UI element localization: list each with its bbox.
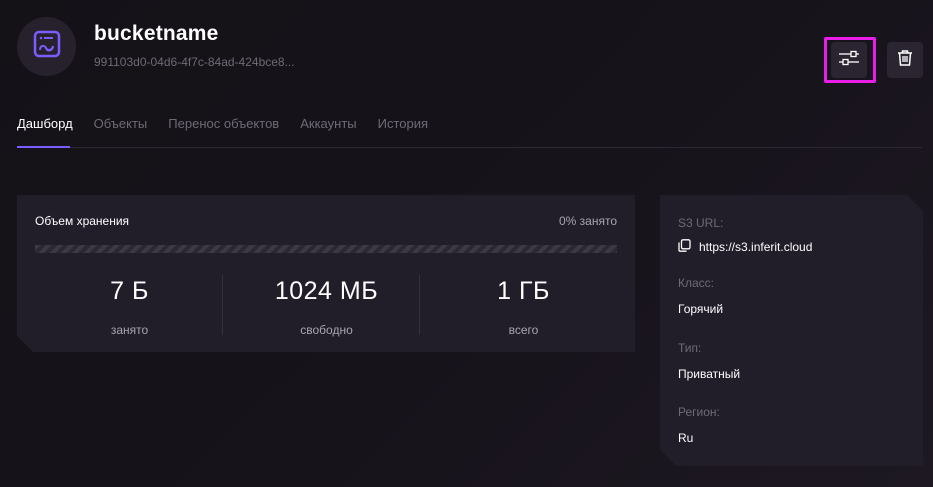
storage-card: Объем хранения 0% занято 7 Б занято 1024… (17, 195, 635, 352)
stat-free: 1024 МБ свободно (228, 277, 425, 337)
stat-free-label: свободно (300, 323, 353, 337)
s3-url-row[interactable]: https://s3.inferit.cloud (678, 239, 812, 255)
tab-dashboard[interactable]: Дашборд (17, 116, 73, 146)
type-label: Тип: (678, 341, 702, 355)
tabs-divider (17, 147, 922, 148)
trash-icon (896, 49, 914, 72)
storage-progress-bar (35, 245, 617, 253)
settings-button[interactable] (831, 42, 867, 78)
stat-used: 7 Б занято (31, 277, 228, 337)
class-value: Горячий (678, 302, 724, 316)
tab-objects[interactable]: Объекты (94, 116, 148, 146)
tab-history[interactable]: История (378, 116, 428, 146)
bucket-avatar (17, 17, 76, 76)
s3-url-value: https://s3.inferit.cloud (699, 240, 813, 254)
bucket-title: bucketname (94, 22, 219, 45)
bucket-info-card: S3 URL: https://s3.inferit.cloud Класс: … (660, 195, 923, 466)
stat-used-label: занято (110, 323, 149, 337)
copy-icon[interactable] (678, 239, 691, 255)
storage-used-percent: 0% занято (558, 214, 617, 228)
stat-used-value: 7 Б (110, 277, 149, 305)
stat-divider (419, 275, 420, 335)
type-value: Приватный (678, 367, 741, 381)
stat-free-value: 1024 МБ (274, 277, 379, 305)
delete-button[interactable] (887, 42, 923, 78)
bucket-id: 991103d0-04d6-4f7c-84ad-424bce8... (94, 55, 295, 69)
storage-title: Объем хранения (35, 214, 130, 228)
stat-divider (222, 275, 223, 335)
stat-total-label: всего (508, 323, 539, 337)
bucket-icon (33, 30, 61, 63)
tab-transfer[interactable]: Перенос объектов (168, 116, 279, 146)
class-label: Класс: (678, 276, 714, 290)
active-tab-indicator (17, 146, 70, 148)
region-value: Ru (678, 431, 694, 445)
stat-total: 1 ГБ всего (425, 277, 622, 337)
stat-total-value: 1 ГБ (497, 277, 550, 305)
s3-url-label: S3 URL: (678, 216, 724, 230)
tab-accounts[interactable]: Аккаунты (300, 116, 356, 146)
sliders-icon (838, 49, 860, 72)
region-label: Регион: (678, 405, 720, 419)
tab-bar: Дашборд Объекты Перенос объектов Аккаунт… (17, 116, 449, 146)
